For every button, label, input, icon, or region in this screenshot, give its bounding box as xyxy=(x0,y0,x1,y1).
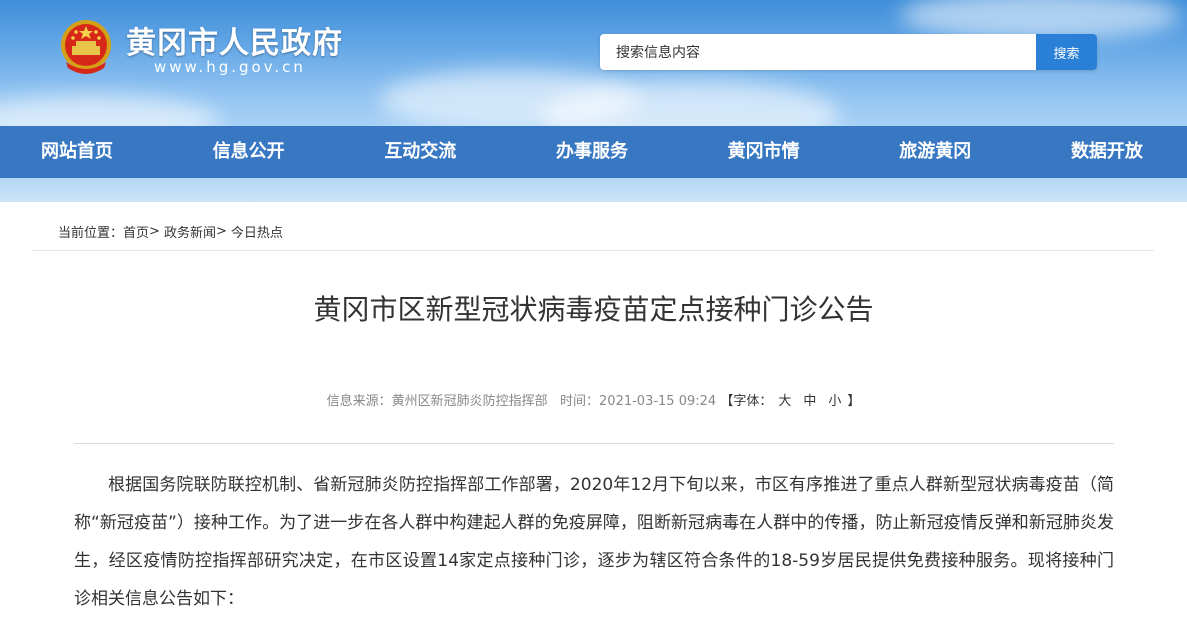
source-value: 黄州区新冠肺炎防控指挥部 xyxy=(391,394,548,409)
nav-item-info-disclosure[interactable]: 信息公开 xyxy=(213,126,285,178)
search-box: 搜索 xyxy=(600,34,1097,70)
breadcrumb-divider xyxy=(32,250,1154,251)
breadcrumb-separator: > xyxy=(215,224,227,239)
breadcrumb-news-link[interactable]: 政务新闻 xyxy=(164,222,216,241)
site-header: 黄冈市人民政府 www.hg.gov.cn 搜索 xyxy=(0,0,1187,126)
nav-item-open-data[interactable]: 数据开放 xyxy=(1071,126,1143,178)
main-nav: 网站首页 信息公开 互动交流 办事服务 黄冈市情 旅游黄冈 数据开放 xyxy=(0,126,1187,178)
nav-item-home[interactable]: 网站首页 xyxy=(41,126,113,178)
national-emblem-icon[interactable] xyxy=(58,18,114,78)
breadcrumb: 当前位置： 首页 > 政务新闻 > 今日热点 xyxy=(58,222,283,241)
search-button[interactable]: 搜索 xyxy=(1036,34,1097,70)
search-input[interactable] xyxy=(600,34,1036,70)
site-title[interactable]: 黄冈市人民政府 xyxy=(126,18,343,62)
cloud-decoration xyxy=(0,95,220,126)
nav-item-interaction[interactable]: 互动交流 xyxy=(384,126,456,178)
site-url: www.hg.gov.cn xyxy=(154,58,306,76)
font-size-medium-button[interactable]: 中 xyxy=(803,394,816,409)
breadcrumb-hot-link[interactable]: 今日热点 xyxy=(231,222,283,241)
font-size-small-button[interactable]: 小 xyxy=(828,394,841,409)
breadcrumb-home-link[interactable]: 首页 xyxy=(123,222,149,241)
article-meta: 信息来源：黄州区新冠肺炎防控指挥部 时间：2021-03-15 09:24 【字… xyxy=(0,390,1187,409)
font-size-large-button[interactable]: 大 xyxy=(778,394,791,409)
article-divider xyxy=(74,443,1114,444)
breadcrumb-separator: > xyxy=(149,224,160,239)
article-title: 黄冈市区新型冠状病毒疫苗定点接种门诊公告 xyxy=(313,293,874,326)
time-label: 时间： xyxy=(560,394,600,409)
nav-item-services[interactable]: 办事服务 xyxy=(556,126,628,178)
time-value: 2021-03-15 09:24 xyxy=(599,394,717,409)
breadcrumb-prefix: 当前位置： xyxy=(58,226,124,241)
nav-subband xyxy=(0,178,1187,202)
nav-item-tourism[interactable]: 旅游黄冈 xyxy=(899,126,971,178)
font-size-close: 】 xyxy=(847,394,861,409)
source-label: 信息来源： xyxy=(326,394,392,409)
font-size-open: 【字体： xyxy=(720,394,773,409)
nav-item-city-profile[interactable]: 黄冈市情 xyxy=(728,126,800,178)
article-body: 根据国务院联防联控机制、省新冠肺炎防控指挥部工作部署，2020年12月下旬以来，… xyxy=(74,475,1114,609)
